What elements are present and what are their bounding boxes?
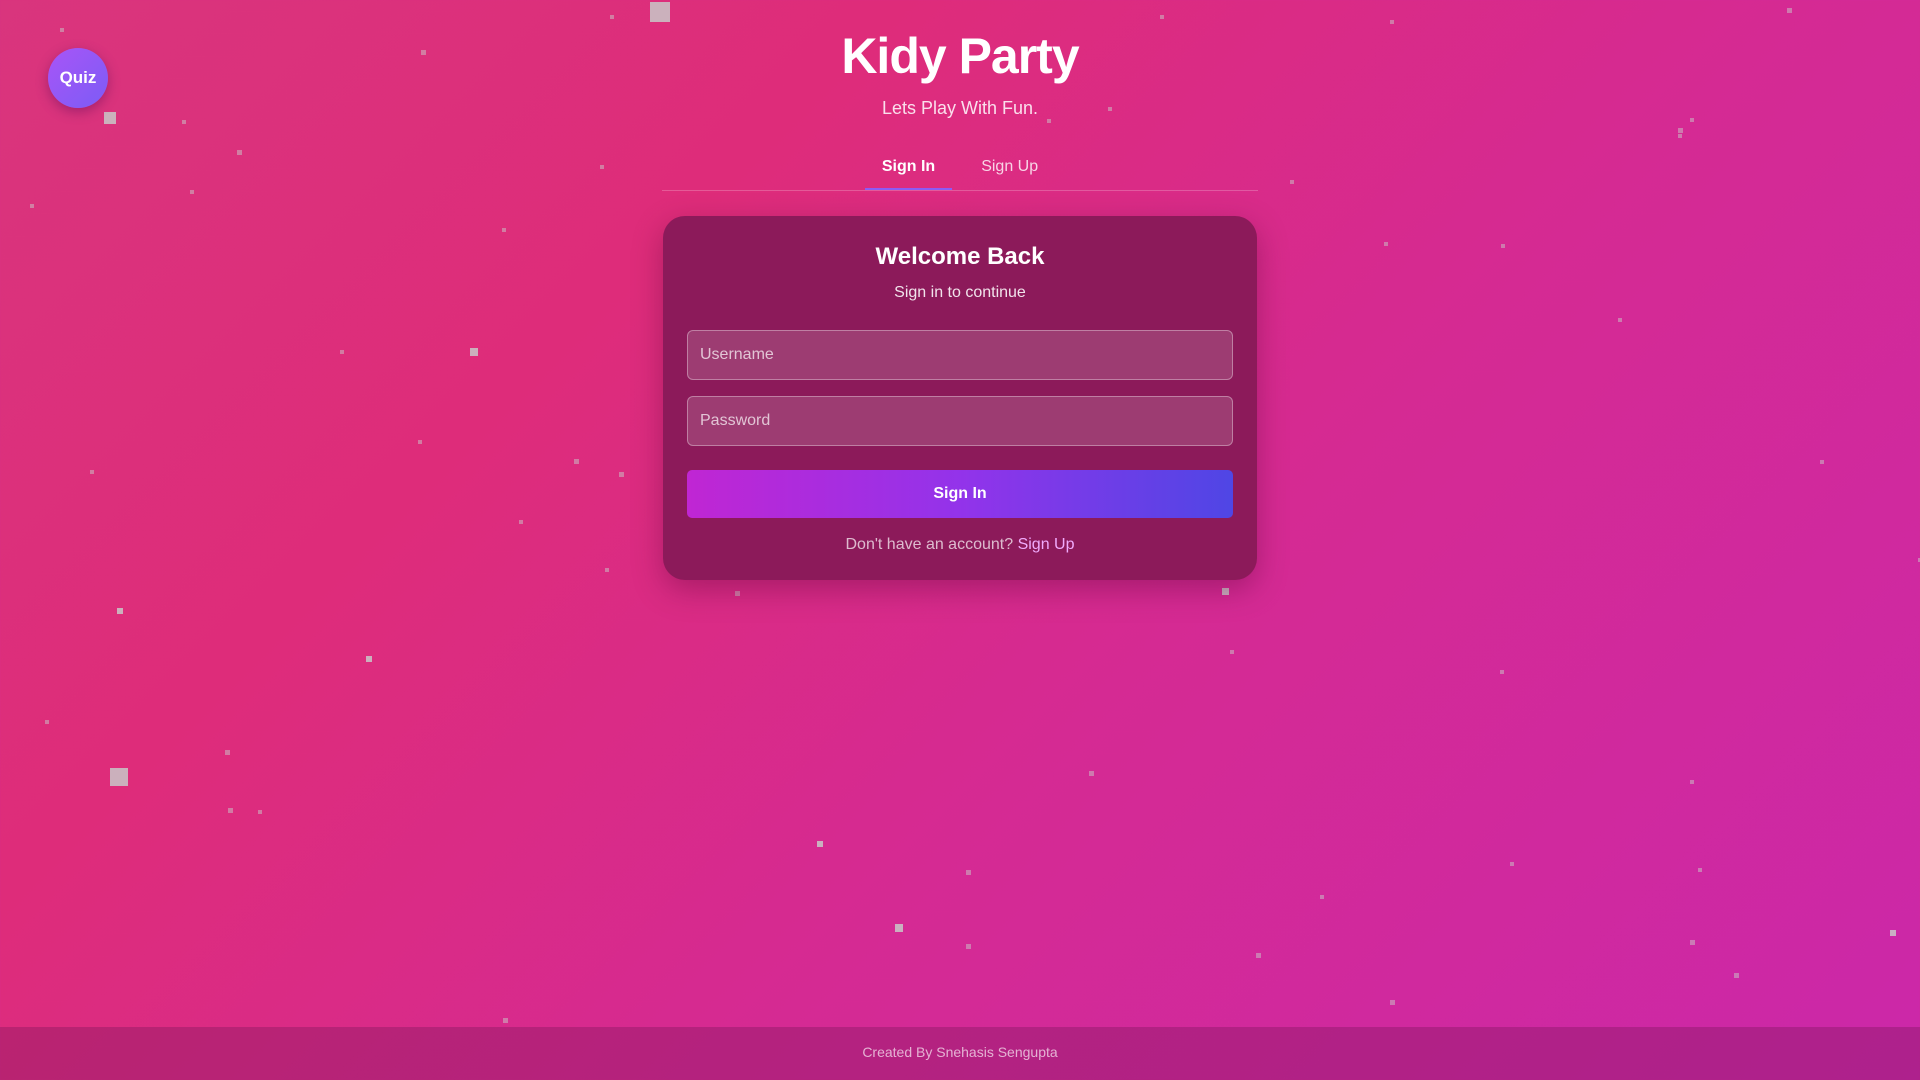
particle (735, 591, 740, 596)
particle (610, 15, 614, 19)
tab-sign-up[interactable]: Sign Up (964, 150, 1055, 189)
particle (1510, 862, 1514, 866)
particle (1500, 670, 1504, 674)
particle (1222, 588, 1229, 595)
particle (1384, 242, 1388, 246)
particle (1160, 15, 1164, 19)
page-title: Kidy Party (841, 28, 1079, 84)
username-input[interactable] (687, 330, 1233, 380)
switch-prompt: Don't have an account? (845, 536, 1014, 553)
particle (1501, 244, 1505, 248)
particle (1047, 119, 1051, 123)
particle (1618, 318, 1622, 322)
particle (237, 150, 242, 155)
card-title: Welcome Back (875, 243, 1045, 270)
particle (600, 165, 604, 169)
particle (503, 1018, 508, 1023)
particle (258, 810, 262, 814)
particle (1390, 1000, 1395, 1005)
particle (30, 204, 34, 208)
particle (605, 568, 609, 572)
particle (418, 440, 422, 444)
particle (225, 750, 230, 755)
particle (1089, 771, 1094, 776)
card-subtitle: Sign in to continue (894, 284, 1026, 301)
particle (619, 472, 624, 477)
particle (1230, 650, 1234, 654)
particle (1256, 953, 1261, 958)
password-input[interactable] (687, 396, 1233, 446)
particle (190, 190, 194, 194)
particle (1890, 930, 1896, 936)
particle (1690, 940, 1695, 945)
particle (966, 870, 971, 875)
particle (182, 120, 186, 124)
tab-sign-in[interactable]: Sign In (864, 150, 953, 190)
particle (117, 608, 123, 614)
particle (45, 720, 49, 724)
particle (1290, 180, 1294, 184)
footer-credit: Created By Snehasis Sengupta (862, 1044, 1058, 1060)
particle (574, 459, 579, 464)
auth-tabs: Sign In Sign Up (662, 150, 1258, 191)
particle (1698, 868, 1702, 872)
particle (650, 2, 670, 22)
particle (228, 808, 233, 813)
particle (895, 924, 903, 932)
particle (1678, 134, 1682, 138)
particle (502, 228, 506, 232)
particle (340, 350, 344, 354)
sign-in-button[interactable]: Sign In (687, 470, 1233, 518)
particle (817, 841, 823, 847)
particle (1734, 973, 1739, 978)
particle (519, 520, 523, 524)
page-subtitle: Lets Play With Fun. (881, 98, 1039, 118)
switch-to-sign-up-text: Don't have an account? Sign Up (687, 536, 1233, 554)
particle (1390, 20, 1394, 24)
particle (1320, 895, 1324, 899)
particle (110, 768, 128, 786)
page-header: Kidy Party Lets Play With Fun. (0, 28, 1920, 119)
particle (1678, 128, 1683, 133)
particle (470, 348, 478, 356)
particle (1787, 8, 1792, 13)
particle (366, 656, 372, 662)
particle (1690, 780, 1694, 784)
sign-in-card: Welcome Back Sign in to continue Sign In… (663, 216, 1257, 580)
footer: Created By Snehasis Sengupta (0, 1027, 1920, 1080)
particle (966, 944, 971, 949)
sign-up-link[interactable]: Sign Up (1018, 536, 1075, 553)
particle (1820, 460, 1824, 464)
particle (90, 470, 94, 474)
